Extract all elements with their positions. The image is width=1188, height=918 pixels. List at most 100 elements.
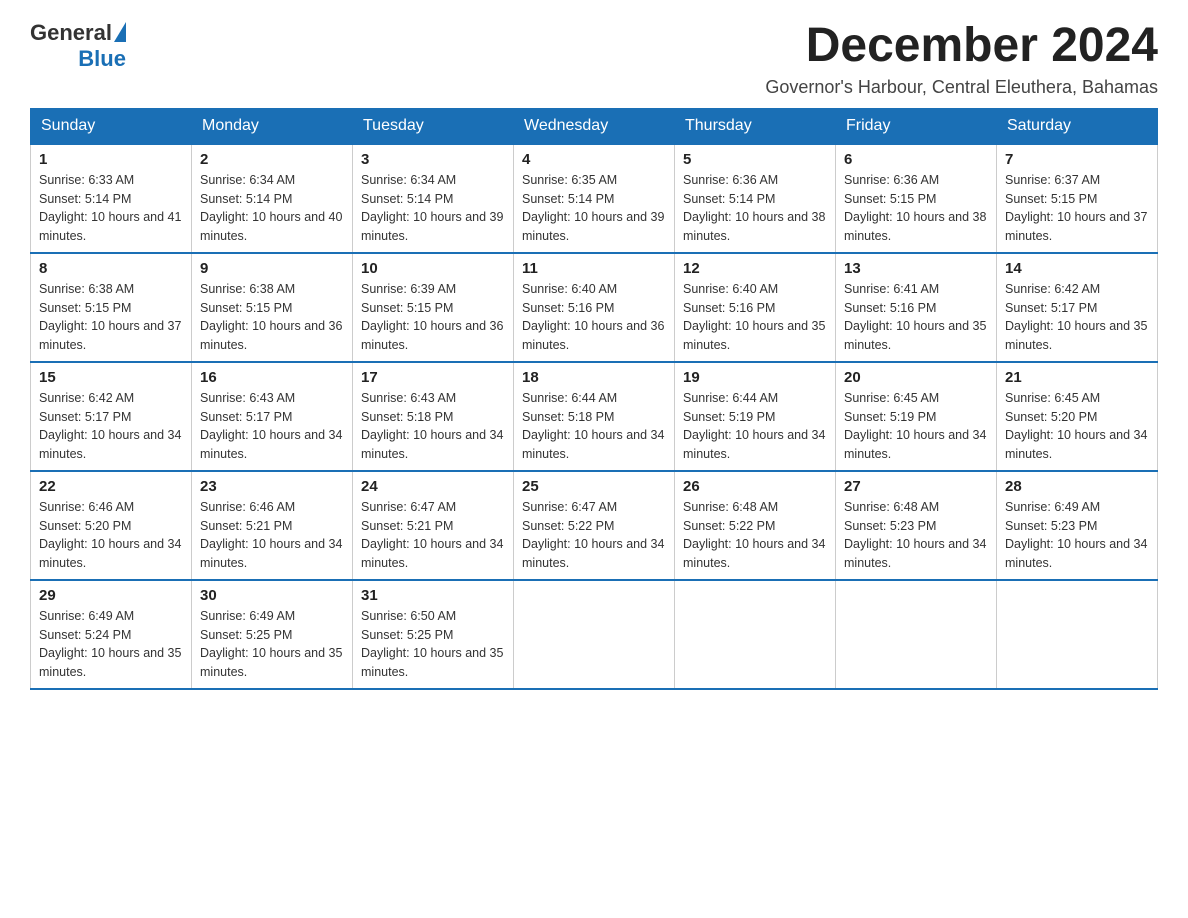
calendar-day-cell: 26 Sunrise: 6:48 AM Sunset: 5:22 PM Dayl… xyxy=(675,471,836,580)
calendar-day-cell: 8 Sunrise: 6:38 AM Sunset: 5:15 PM Dayli… xyxy=(31,253,192,362)
calendar-day-cell: 16 Sunrise: 6:43 AM Sunset: 5:17 PM Dayl… xyxy=(192,362,353,471)
calendar-day-cell xyxy=(836,580,997,689)
calendar-day-cell: 12 Sunrise: 6:40 AM Sunset: 5:16 PM Dayl… xyxy=(675,253,836,362)
day-info: Sunrise: 6:40 AM Sunset: 5:16 PM Dayligh… xyxy=(683,280,827,355)
weekday-header-monday: Monday xyxy=(192,108,353,144)
calendar-week-row: 8 Sunrise: 6:38 AM Sunset: 5:15 PM Dayli… xyxy=(31,253,1158,362)
logo-general: General xyxy=(30,20,112,46)
calendar-day-cell: 7 Sunrise: 6:37 AM Sunset: 5:15 PM Dayli… xyxy=(997,144,1158,253)
day-info: Sunrise: 6:36 AM Sunset: 5:14 PM Dayligh… xyxy=(683,171,827,246)
calendar-day-cell xyxy=(997,580,1158,689)
day-number: 29 xyxy=(39,587,183,604)
calendar-day-cell: 23 Sunrise: 6:46 AM Sunset: 5:21 PM Dayl… xyxy=(192,471,353,580)
weekday-header-tuesday: Tuesday xyxy=(353,108,514,144)
calendar-day-cell: 19 Sunrise: 6:44 AM Sunset: 5:19 PM Dayl… xyxy=(675,362,836,471)
day-info: Sunrise: 6:33 AM Sunset: 5:14 PM Dayligh… xyxy=(39,171,183,246)
day-info: Sunrise: 6:50 AM Sunset: 5:25 PM Dayligh… xyxy=(361,607,505,682)
calendar-day-cell: 30 Sunrise: 6:49 AM Sunset: 5:25 PM Dayl… xyxy=(192,580,353,689)
weekday-header-sunday: Sunday xyxy=(31,108,192,144)
day-info: Sunrise: 6:39 AM Sunset: 5:15 PM Dayligh… xyxy=(361,280,505,355)
calendar-day-cell: 4 Sunrise: 6:35 AM Sunset: 5:14 PM Dayli… xyxy=(514,144,675,253)
day-info: Sunrise: 6:45 AM Sunset: 5:19 PM Dayligh… xyxy=(844,389,988,464)
calendar-table: SundayMondayTuesdayWednesdayThursdayFrid… xyxy=(30,108,1158,690)
day-number: 27 xyxy=(844,478,988,495)
day-number: 15 xyxy=(39,369,183,386)
day-number: 11 xyxy=(522,260,666,277)
day-number: 28 xyxy=(1005,478,1149,495)
title-area: December 2024 Governor's Harbour, Centra… xyxy=(765,20,1158,98)
day-number: 30 xyxy=(200,587,344,604)
day-info: Sunrise: 6:46 AM Sunset: 5:21 PM Dayligh… xyxy=(200,498,344,573)
day-info: Sunrise: 6:47 AM Sunset: 5:21 PM Dayligh… xyxy=(361,498,505,573)
day-info: Sunrise: 6:48 AM Sunset: 5:23 PM Dayligh… xyxy=(844,498,988,573)
day-number: 8 xyxy=(39,260,183,277)
day-info: Sunrise: 6:49 AM Sunset: 5:24 PM Dayligh… xyxy=(39,607,183,682)
day-info: Sunrise: 6:34 AM Sunset: 5:14 PM Dayligh… xyxy=(361,171,505,246)
day-number: 5 xyxy=(683,151,827,168)
calendar-day-cell xyxy=(675,580,836,689)
weekday-header-friday: Friday xyxy=(836,108,997,144)
logo: General Blue xyxy=(30,20,126,72)
calendar-day-cell: 18 Sunrise: 6:44 AM Sunset: 5:18 PM Dayl… xyxy=(514,362,675,471)
day-info: Sunrise: 6:38 AM Sunset: 5:15 PM Dayligh… xyxy=(39,280,183,355)
day-info: Sunrise: 6:38 AM Sunset: 5:15 PM Dayligh… xyxy=(200,280,344,355)
day-number: 21 xyxy=(1005,369,1149,386)
day-info: Sunrise: 6:43 AM Sunset: 5:17 PM Dayligh… xyxy=(200,389,344,464)
day-number: 2 xyxy=(200,151,344,168)
day-number: 24 xyxy=(361,478,505,495)
day-number: 25 xyxy=(522,478,666,495)
calendar-week-row: 29 Sunrise: 6:49 AM Sunset: 5:24 PM Dayl… xyxy=(31,580,1158,689)
day-info: Sunrise: 6:49 AM Sunset: 5:23 PM Dayligh… xyxy=(1005,498,1149,573)
day-info: Sunrise: 6:49 AM Sunset: 5:25 PM Dayligh… xyxy=(200,607,344,682)
day-number: 17 xyxy=(361,369,505,386)
day-number: 23 xyxy=(200,478,344,495)
header: General Blue December 2024 Governor's Ha… xyxy=(30,20,1158,98)
calendar-week-row: 15 Sunrise: 6:42 AM Sunset: 5:17 PM Dayl… xyxy=(31,362,1158,471)
day-info: Sunrise: 6:48 AM Sunset: 5:22 PM Dayligh… xyxy=(683,498,827,573)
day-info: Sunrise: 6:44 AM Sunset: 5:18 PM Dayligh… xyxy=(522,389,666,464)
day-number: 4 xyxy=(522,151,666,168)
calendar-day-cell: 10 Sunrise: 6:39 AM Sunset: 5:15 PM Dayl… xyxy=(353,253,514,362)
day-info: Sunrise: 6:36 AM Sunset: 5:15 PM Dayligh… xyxy=(844,171,988,246)
weekday-header-wednesday: Wednesday xyxy=(514,108,675,144)
logo-blue: Blue xyxy=(78,46,126,72)
calendar-day-cell: 31 Sunrise: 6:50 AM Sunset: 5:25 PM Dayl… xyxy=(353,580,514,689)
calendar-day-cell: 20 Sunrise: 6:45 AM Sunset: 5:19 PM Dayl… xyxy=(836,362,997,471)
calendar-day-cell: 11 Sunrise: 6:40 AM Sunset: 5:16 PM Dayl… xyxy=(514,253,675,362)
day-number: 22 xyxy=(39,478,183,495)
weekday-header-row: SundayMondayTuesdayWednesdayThursdayFrid… xyxy=(31,108,1158,144)
day-info: Sunrise: 6:42 AM Sunset: 5:17 PM Dayligh… xyxy=(39,389,183,464)
calendar-day-cell: 5 Sunrise: 6:36 AM Sunset: 5:14 PM Dayli… xyxy=(675,144,836,253)
calendar-day-cell: 17 Sunrise: 6:43 AM Sunset: 5:18 PM Dayl… xyxy=(353,362,514,471)
day-info: Sunrise: 6:47 AM Sunset: 5:22 PM Dayligh… xyxy=(522,498,666,573)
calendar-day-cell: 28 Sunrise: 6:49 AM Sunset: 5:23 PM Dayl… xyxy=(997,471,1158,580)
calendar-day-cell: 6 Sunrise: 6:36 AM Sunset: 5:15 PM Dayli… xyxy=(836,144,997,253)
calendar-day-cell: 13 Sunrise: 6:41 AM Sunset: 5:16 PM Dayl… xyxy=(836,253,997,362)
day-number: 1 xyxy=(39,151,183,168)
day-info: Sunrise: 6:34 AM Sunset: 5:14 PM Dayligh… xyxy=(200,171,344,246)
day-number: 14 xyxy=(1005,260,1149,277)
day-number: 18 xyxy=(522,369,666,386)
day-info: Sunrise: 6:45 AM Sunset: 5:20 PM Dayligh… xyxy=(1005,389,1149,464)
day-number: 10 xyxy=(361,260,505,277)
day-number: 12 xyxy=(683,260,827,277)
calendar-day-cell: 1 Sunrise: 6:33 AM Sunset: 5:14 PM Dayli… xyxy=(31,144,192,253)
day-number: 3 xyxy=(361,151,505,168)
day-info: Sunrise: 6:44 AM Sunset: 5:19 PM Dayligh… xyxy=(683,389,827,464)
calendar-week-row: 22 Sunrise: 6:46 AM Sunset: 5:20 PM Dayl… xyxy=(31,471,1158,580)
calendar-day-cell: 22 Sunrise: 6:46 AM Sunset: 5:20 PM Dayl… xyxy=(31,471,192,580)
weekday-header-saturday: Saturday xyxy=(997,108,1158,144)
calendar-day-cell: 29 Sunrise: 6:49 AM Sunset: 5:24 PM Dayl… xyxy=(31,580,192,689)
calendar-week-row: 1 Sunrise: 6:33 AM Sunset: 5:14 PM Dayli… xyxy=(31,144,1158,253)
day-number: 26 xyxy=(683,478,827,495)
day-number: 13 xyxy=(844,260,988,277)
calendar-day-cell: 25 Sunrise: 6:47 AM Sunset: 5:22 PM Dayl… xyxy=(514,471,675,580)
day-number: 16 xyxy=(200,369,344,386)
day-info: Sunrise: 6:42 AM Sunset: 5:17 PM Dayligh… xyxy=(1005,280,1149,355)
calendar-day-cell: 27 Sunrise: 6:48 AM Sunset: 5:23 PM Dayl… xyxy=(836,471,997,580)
month-title: December 2024 xyxy=(765,20,1158,73)
location-subtitle: Governor's Harbour, Central Eleuthera, B… xyxy=(765,77,1158,98)
calendar-day-cell: 14 Sunrise: 6:42 AM Sunset: 5:17 PM Dayl… xyxy=(997,253,1158,362)
calendar-day-cell: 21 Sunrise: 6:45 AM Sunset: 5:20 PM Dayl… xyxy=(997,362,1158,471)
day-number: 6 xyxy=(844,151,988,168)
